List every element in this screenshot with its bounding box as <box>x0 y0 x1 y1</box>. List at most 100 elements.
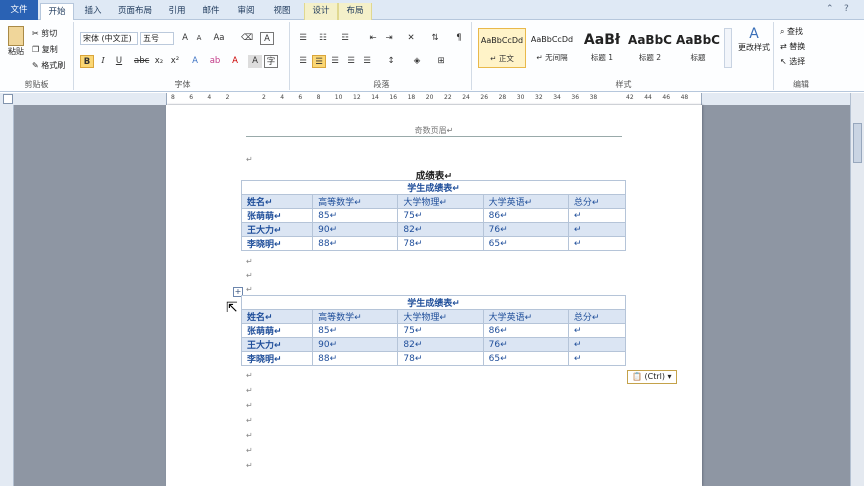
change-case-icon[interactable]: Aa <box>212 32 226 45</box>
align-left-icon[interactable]: ☰ <box>296 55 310 68</box>
header-cell[interactable]: 总分↵ <box>567 309 627 324</box>
align-right-icon[interactable]: ☰ <box>328 55 342 68</box>
chinese-layout-icon[interactable]: ✕ <box>404 32 418 45</box>
align-center-icon[interactable]: ☰ <box>312 55 326 68</box>
table-cell[interactable]: 王大力↵ <box>240 337 314 352</box>
table-cell[interactable]: 张萌萌↵ <box>240 323 314 338</box>
tab-references[interactable]: 引用 <box>162 3 192 20</box>
table-cell[interactable]: 88↵ <box>312 236 399 251</box>
style-title[interactable]: AaBbC 标题 <box>674 28 722 68</box>
italic-button[interactable]: I <box>96 55 110 68</box>
vertical-ruler[interactable] <box>0 105 14 486</box>
line-spacing-icon[interactable]: ↕ <box>384 55 398 68</box>
header-cell[interactable]: 大学英语↵ <box>482 194 569 209</box>
table-cell[interactable]: 85↵ <box>312 208 399 223</box>
paste-button[interactable]: 粘贴 <box>6 26 26 57</box>
document-page[interactable]: 奇数页眉↵ ↵ 成绩表↵ 学生成绩表↵ 姓名↵ 高等数学↵ 大学物理↵ 大学英语… <box>166 105 702 486</box>
numbering-icon[interactable]: ☷ <box>316 32 330 45</box>
increase-indent-icon[interactable]: ⇥ <box>382 32 396 45</box>
table-cell[interactable]: ↵ <box>567 337 627 352</box>
tab-file[interactable]: 文件 <box>0 0 38 20</box>
table-cell[interactable]: 75↵ <box>397 323 484 338</box>
table-cell[interactable]: ↵ <box>567 351 627 366</box>
distribute-icon[interactable]: ☰ <box>360 55 374 68</box>
table-cell[interactable]: 78↵ <box>397 236 484 251</box>
table-cell[interactable]: 李晓明↵ <box>240 351 314 366</box>
table-cell[interactable]: 李晓明↵ <box>240 236 314 251</box>
find-button[interactable]: ⌕ 查找 <box>780 26 803 37</box>
table-cell[interactable]: 75↵ <box>397 208 484 223</box>
header-cell[interactable]: 总分↵ <box>567 194 627 209</box>
style-heading1[interactable]: AaBł 标题 1 <box>578 28 626 68</box>
table-cell[interactable]: 85↵ <box>312 323 399 338</box>
justify-icon[interactable]: ☰ <box>344 55 358 68</box>
table-caption[interactable]: 学生成绩表↵ <box>241 180 626 195</box>
sort-icon[interactable]: ⇅ <box>428 32 442 45</box>
table-cell[interactable]: 65↵ <box>482 236 569 251</box>
superscript-button[interactable]: x² <box>168 55 182 68</box>
char-shading-icon[interactable]: A <box>248 55 262 68</box>
borders-icon[interactable]: ⊞ <box>434 55 448 68</box>
style-no-spacing[interactable]: AaBbCcDd ↵ 无间隔 <box>528 28 576 68</box>
underline-button[interactable]: U <box>112 55 126 68</box>
table-cell[interactable]: 76↵ <box>482 337 569 352</box>
table-cell[interactable]: 90↵ <box>312 337 399 352</box>
subscript-button[interactable]: x₂ <box>152 55 166 68</box>
char-border-icon[interactable]: A <box>260 32 274 45</box>
table-cell[interactable]: 76↵ <box>482 222 569 237</box>
style-normal[interactable]: AaBbCcDd ↵ 正文 <box>478 28 526 68</box>
multilevel-list-icon[interactable]: ☲ <box>338 32 352 45</box>
shading-icon[interactable]: ◈ <box>410 55 424 68</box>
enclose-char-icon[interactable]: 字 <box>264 55 278 68</box>
font-size-combo[interactable]: 五号 <box>140 32 174 45</box>
header-cell[interactable]: 大学物理↵ <box>397 194 484 209</box>
page-header[interactable]: 奇数页眉↵ <box>246 125 622 137</box>
table-caption[interactable]: 学生成绩表↵ <box>241 295 626 310</box>
table-cell[interactable]: 90↵ <box>312 222 399 237</box>
table-cell[interactable]: 65↵ <box>482 351 569 366</box>
table-cell[interactable]: 82↵ <box>397 222 484 237</box>
vertical-scrollbar[interactable] <box>850 93 864 486</box>
table-cell[interactable]: 张萌萌↵ <box>240 208 314 223</box>
cut-button[interactable]: ✂ 剪切 <box>32 28 57 39</box>
table-cell[interactable]: ↵ <box>567 208 627 223</box>
tab-table-design[interactable]: 设计 <box>304 3 338 20</box>
header-cell[interactable]: 大学物理↵ <box>397 309 484 324</box>
styles-scroll-icon[interactable] <box>724 28 732 68</box>
scrollbar-thumb[interactable] <box>853 123 862 163</box>
table-cell[interactable]: 王大力↵ <box>240 222 314 237</box>
grade-table-1[interactable]: 学生成绩表↵ 姓名↵ 高等数学↵ 大学物理↵ 大学英语↵ 总分↵ 张萌萌↵ 85… <box>240 180 627 251</box>
highlight-icon[interactable]: ab <box>208 55 222 68</box>
tab-insert[interactable]: 插入 <box>78 3 108 20</box>
horizontal-ruler[interactable]: 8 6 4 2 2 4 6 8 10 12 14 16 18 20 22 24 26 28 30 32 34 36 38 42… <box>0 93 864 105</box>
shrink-font-icon[interactable]: A <box>192 32 206 45</box>
tab-table-layout[interactable]: 布局 <box>338 3 372 20</box>
tab-view[interactable]: 视图 <box>266 3 298 20</box>
clear-format-icon[interactable]: ⌫ <box>240 32 254 45</box>
decrease-indent-icon[interactable]: ⇤ <box>366 32 380 45</box>
style-heading2[interactable]: AaBbC 标题 2 <box>626 28 674 68</box>
format-painter-button[interactable]: ✎ 格式刷 <box>32 60 65 71</box>
font-color-icon[interactable]: A <box>228 55 242 68</box>
grade-table-2[interactable]: 学生成绩表↵ 姓名↵ 高等数学↵ 大学物理↵ 大学英语↵ 总分↵ 张萌萌↵ 85… <box>240 295 627 366</box>
table-cell[interactable]: ↵ <box>567 222 627 237</box>
table-cell[interactable]: 82↵ <box>397 337 484 352</box>
copy-button[interactable]: ❐ 复制 <box>32 44 58 55</box>
grow-font-icon[interactable]: A <box>178 32 192 45</box>
tab-review[interactable]: 审阅 <box>230 3 262 20</box>
tab-page-layout[interactable]: 页面布局 <box>112 3 158 20</box>
table-cell[interactable]: 88↵ <box>312 351 399 366</box>
minimize-ribbon-icon[interactable]: ⌃ <box>826 4 834 14</box>
change-styles-button[interactable]: A 更改样式 <box>736 26 772 53</box>
tab-home[interactable]: 开始 <box>40 3 74 21</box>
table-cell[interactable]: ↵ <box>567 236 627 251</box>
tab-selector-icon[interactable] <box>3 94 13 104</box>
paste-options-button[interactable]: 📋 (Ctrl) ▾ <box>627 370 677 384</box>
show-marks-icon[interactable]: ¶ <box>452 32 466 45</box>
header-cell[interactable]: 高等数学↵ <box>312 309 399 324</box>
header-cell[interactable]: 大学英语↵ <box>482 309 569 324</box>
text-effects-icon[interactable]: A <box>188 55 202 68</box>
tab-mailings[interactable]: 邮件 <box>196 3 226 20</box>
table-cell[interactable]: 86↵ <box>482 208 569 223</box>
bold-button[interactable]: B <box>80 55 94 68</box>
